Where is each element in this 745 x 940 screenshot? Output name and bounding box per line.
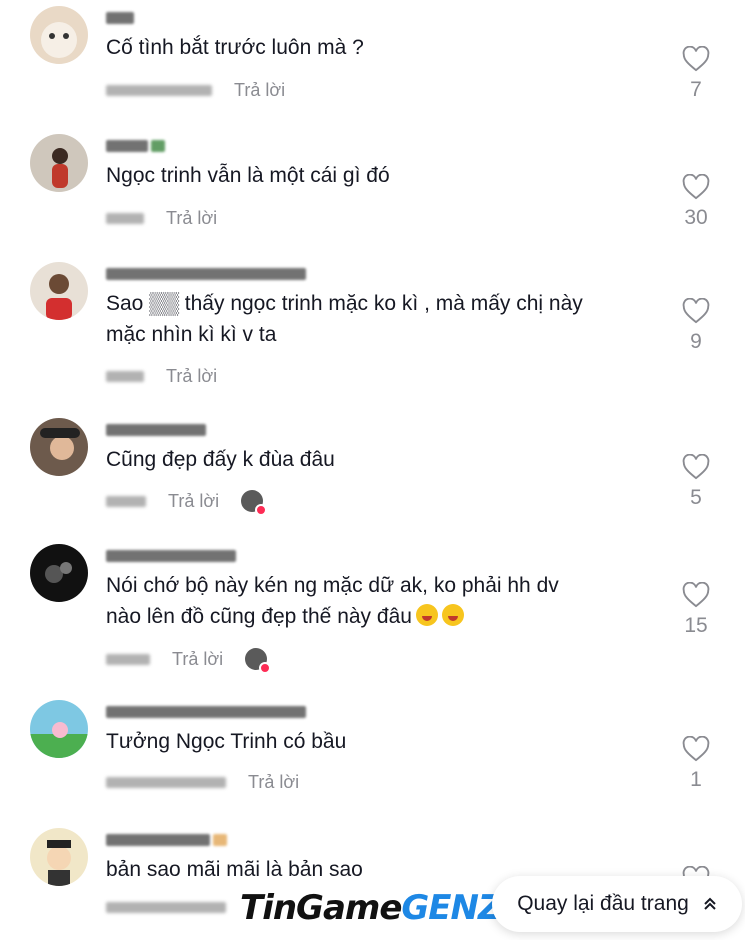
reply-button[interactable]: Trả lời bbox=[166, 366, 217, 387]
comment-date bbox=[106, 85, 212, 96]
creator-liked-avatar bbox=[241, 490, 268, 516]
like-button[interactable]: 9 bbox=[672, 298, 720, 354]
like-count: 1 bbox=[690, 768, 702, 791]
comment-text: Tưởng Ngọc Trinh có bầu bbox=[106, 730, 347, 753]
like-button[interactable]: 5 bbox=[672, 454, 720, 510]
rofl-emoji-icon bbox=[441, 604, 464, 626]
comment-date bbox=[106, 653, 150, 665]
reply-button[interactable]: Trả lời bbox=[234, 80, 285, 101]
back-to-top-label: Quay lại đầu trang bbox=[517, 892, 689, 915]
like-count: 15 bbox=[684, 614, 708, 637]
comment-text: Sao ▒▒ thấy ngọc trinh mặc ko kì , mà mấ… bbox=[106, 292, 583, 346]
comment-meta: Trả lời bbox=[106, 772, 299, 793]
heart-icon bbox=[682, 582, 710, 608]
heart-icon bbox=[682, 174, 710, 200]
creator-liked-avatar bbox=[245, 648, 272, 674]
back-to-top-button[interactable]: Quay lại đầu trang bbox=[492, 876, 742, 932]
comment-date bbox=[106, 777, 226, 788]
avatar[interactable] bbox=[30, 418, 88, 476]
comment-date bbox=[106, 902, 226, 913]
comment-meta: Trả lời bbox=[106, 366, 217, 387]
comment-text: Cố tình bắt trước luôn mà ? bbox=[106, 36, 364, 59]
reply-button[interactable]: Trả lời bbox=[166, 208, 217, 229]
avatar[interactable] bbox=[30, 544, 88, 602]
heart-icon bbox=[682, 454, 710, 480]
avatar[interactable] bbox=[30, 262, 88, 320]
watermark-text-accent: GENZ bbox=[401, 888, 502, 928]
heart-icon bbox=[682, 736, 710, 762]
username[interactable] bbox=[106, 12, 134, 26]
username[interactable] bbox=[106, 424, 206, 438]
like-count: 5 bbox=[690, 486, 702, 509]
username[interactable] bbox=[106, 706, 306, 720]
like-count: 9 bbox=[690, 330, 702, 353]
heart-icon bbox=[682, 298, 710, 324]
watermark-logo: TinGameGENZ bbox=[240, 888, 503, 928]
comment-meta: Trả lời bbox=[106, 490, 268, 516]
comment-meta bbox=[106, 902, 226, 913]
rofl-emoji-icon bbox=[415, 604, 438, 626]
reply-button[interactable]: Trả lời bbox=[248, 772, 299, 793]
heart-badge-icon bbox=[259, 662, 272, 674]
comment-text: Ngọc trinh vẫn là một cái gì đó bbox=[106, 164, 390, 187]
like-button[interactable]: 1 bbox=[672, 736, 720, 792]
comment-meta: Trả lời bbox=[106, 648, 272, 674]
username[interactable] bbox=[106, 550, 236, 564]
username[interactable] bbox=[106, 834, 227, 848]
heart-icon bbox=[682, 46, 710, 72]
avatar[interactable] bbox=[30, 828, 88, 886]
avatar[interactable] bbox=[30, 700, 88, 758]
comment-text: Nói chớ bộ này kén ng mặc dữ ak, ko phải… bbox=[106, 570, 666, 632]
avatar[interactable] bbox=[30, 6, 88, 64]
username[interactable] bbox=[106, 268, 306, 282]
heart-badge-icon bbox=[255, 504, 268, 516]
comment-meta: Trả lời bbox=[106, 208, 217, 229]
like-button[interactable]: 15 bbox=[672, 582, 720, 638]
like-count: 7 bbox=[690, 78, 702, 101]
like-count: 30 bbox=[684, 206, 708, 229]
comment-text: Cũng đẹp đấy k đùa đâu bbox=[106, 448, 335, 471]
like-button[interactable]: 7 bbox=[672, 46, 720, 102]
comment-meta: Trả lời bbox=[106, 80, 285, 101]
reply-button[interactable]: Trả lời bbox=[172, 649, 223, 670]
comment-date bbox=[106, 213, 144, 224]
avatar[interactable] bbox=[30, 134, 88, 192]
username[interactable] bbox=[106, 140, 165, 154]
reply-button[interactable]: Trả lời bbox=[168, 491, 219, 512]
like-button[interactable]: 30 bbox=[672, 174, 720, 230]
double-chevron-up-icon bbox=[704, 897, 716, 910]
comment-date bbox=[106, 495, 146, 507]
comment-date bbox=[106, 371, 144, 382]
comment-text-body: Nói chớ bộ này kén ng mặc dữ ak, ko phải… bbox=[106, 574, 559, 628]
watermark-text: TinGame bbox=[240, 888, 402, 928]
